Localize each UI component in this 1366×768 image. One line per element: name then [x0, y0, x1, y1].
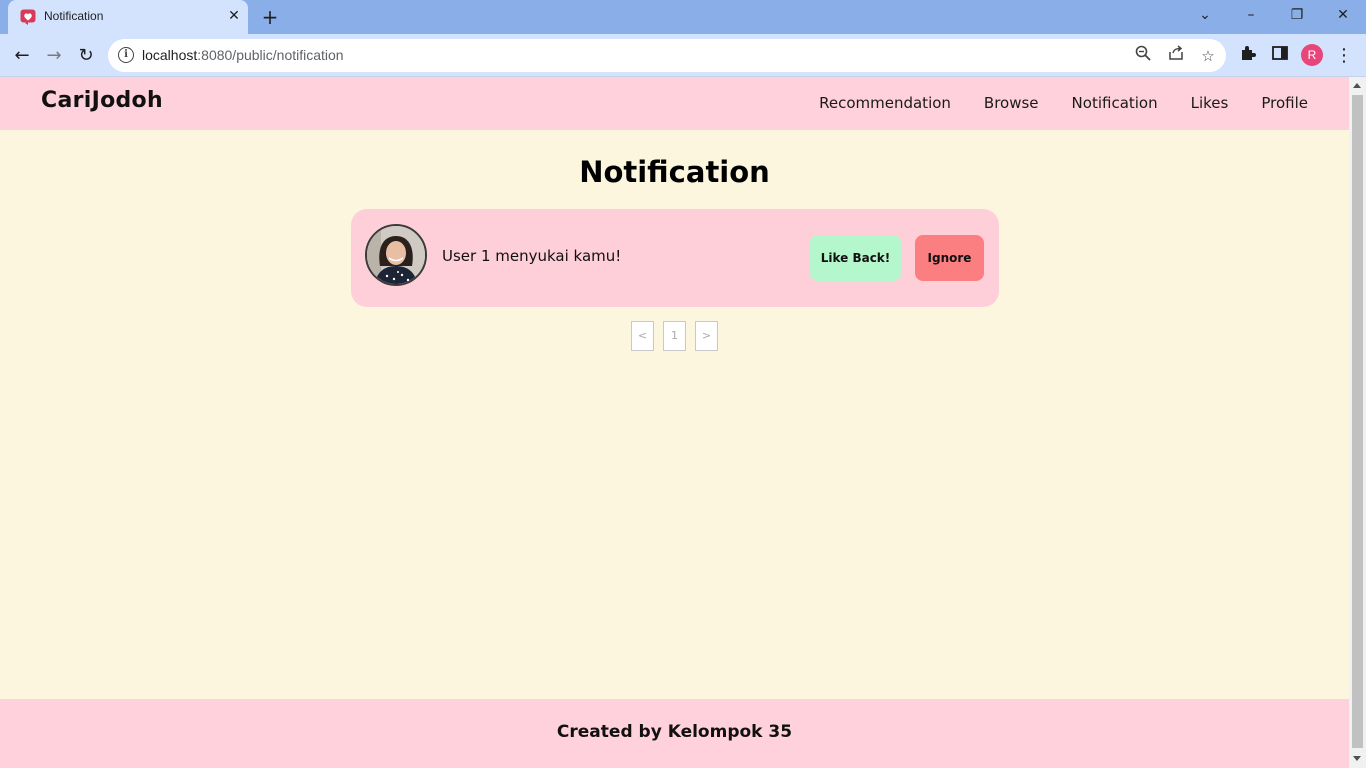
page-1-button[interactable]: 1	[663, 321, 686, 351]
extensions-icon[interactable]	[1236, 44, 1260, 68]
minimize-icon[interactable]: –	[1228, 0, 1274, 30]
notification-message: User 1 menyukai kamu!	[442, 247, 622, 265]
ignore-button[interactable]: Ignore	[915, 235, 984, 281]
scroll-up-icon[interactable]	[1353, 83, 1361, 88]
heart-favicon-icon	[20, 9, 36, 25]
info-icon[interactable]: i	[118, 47, 134, 63]
active-tab[interactable]: Notification ✕	[8, 0, 248, 34]
reload-icon[interactable]: ↻	[74, 44, 98, 68]
side-panel-icon[interactable]	[1268, 44, 1292, 68]
user-avatar	[365, 224, 427, 286]
star-icon[interactable]: ☆	[1197, 45, 1219, 67]
url-text[interactable]: localhost:8080/public/notification	[142, 47, 344, 63]
site-logo[interactable]: CariJodoh	[41, 88, 163, 113]
page-title: Notification	[579, 155, 770, 189]
address-bar[interactable]: i localhost:8080/public/notification ☆	[108, 39, 1226, 72]
close-window-icon[interactable]: ✕	[1320, 0, 1366, 30]
site-header: CariJodoh Recommendation Browse Notifica…	[0, 77, 1349, 130]
nav-profile[interactable]: Profile	[1261, 94, 1308, 112]
tab-search-icon[interactable]: ⌄	[1182, 0, 1228, 30]
web-page: CariJodoh Recommendation Browse Notifica…	[0, 77, 1349, 768]
nav-browse[interactable]: Browse	[984, 94, 1039, 112]
footer-credit: Created by Kelompok 35	[556, 722, 793, 742]
scroll-thumb[interactable]	[1352, 95, 1363, 748]
restore-icon[interactable]: ❐	[1274, 0, 1320, 30]
zoom-icon[interactable]	[1132, 45, 1154, 67]
nav-notification[interactable]: Notification	[1072, 94, 1158, 112]
main-nav: Recommendation Browse Notification Likes…	[819, 94, 1308, 112]
browser-toolbar: ← → ↻ i localhost:8080/public/notificati…	[0, 34, 1366, 77]
tab-strip: Notification ✕ + ⌄ – ❐ ✕	[0, 0, 1366, 34]
tab-title: Notification	[44, 9, 104, 23]
back-icon[interactable]: ←	[10, 44, 34, 68]
profile-avatar-button[interactable]: R	[1301, 44, 1323, 66]
forward-icon[interactable]: →	[42, 44, 66, 68]
share-icon[interactable]	[1165, 45, 1187, 67]
like-back-button[interactable]: Like Back!	[810, 235, 901, 281]
site-footer: Created by Kelompok 35	[0, 699, 1349, 768]
notification-card: User 1 menyukai kamu! Like Back! Ignore	[351, 209, 999, 307]
close-tab-icon[interactable]: ✕	[226, 8, 242, 24]
page-scrollbar[interactable]	[1349, 77, 1366, 768]
prev-page-button[interactable]: <	[631, 321, 654, 351]
next-page-button[interactable]: >	[695, 321, 718, 351]
nav-recommendation[interactable]: Recommendation	[819, 94, 951, 112]
menu-icon[interactable]: ⋮	[1332, 44, 1356, 68]
new-tab-button[interactable]: +	[259, 6, 281, 28]
nav-likes[interactable]: Likes	[1191, 94, 1229, 112]
scroll-down-icon[interactable]	[1353, 756, 1361, 761]
pagination: < 1 >	[631, 321, 718, 351]
